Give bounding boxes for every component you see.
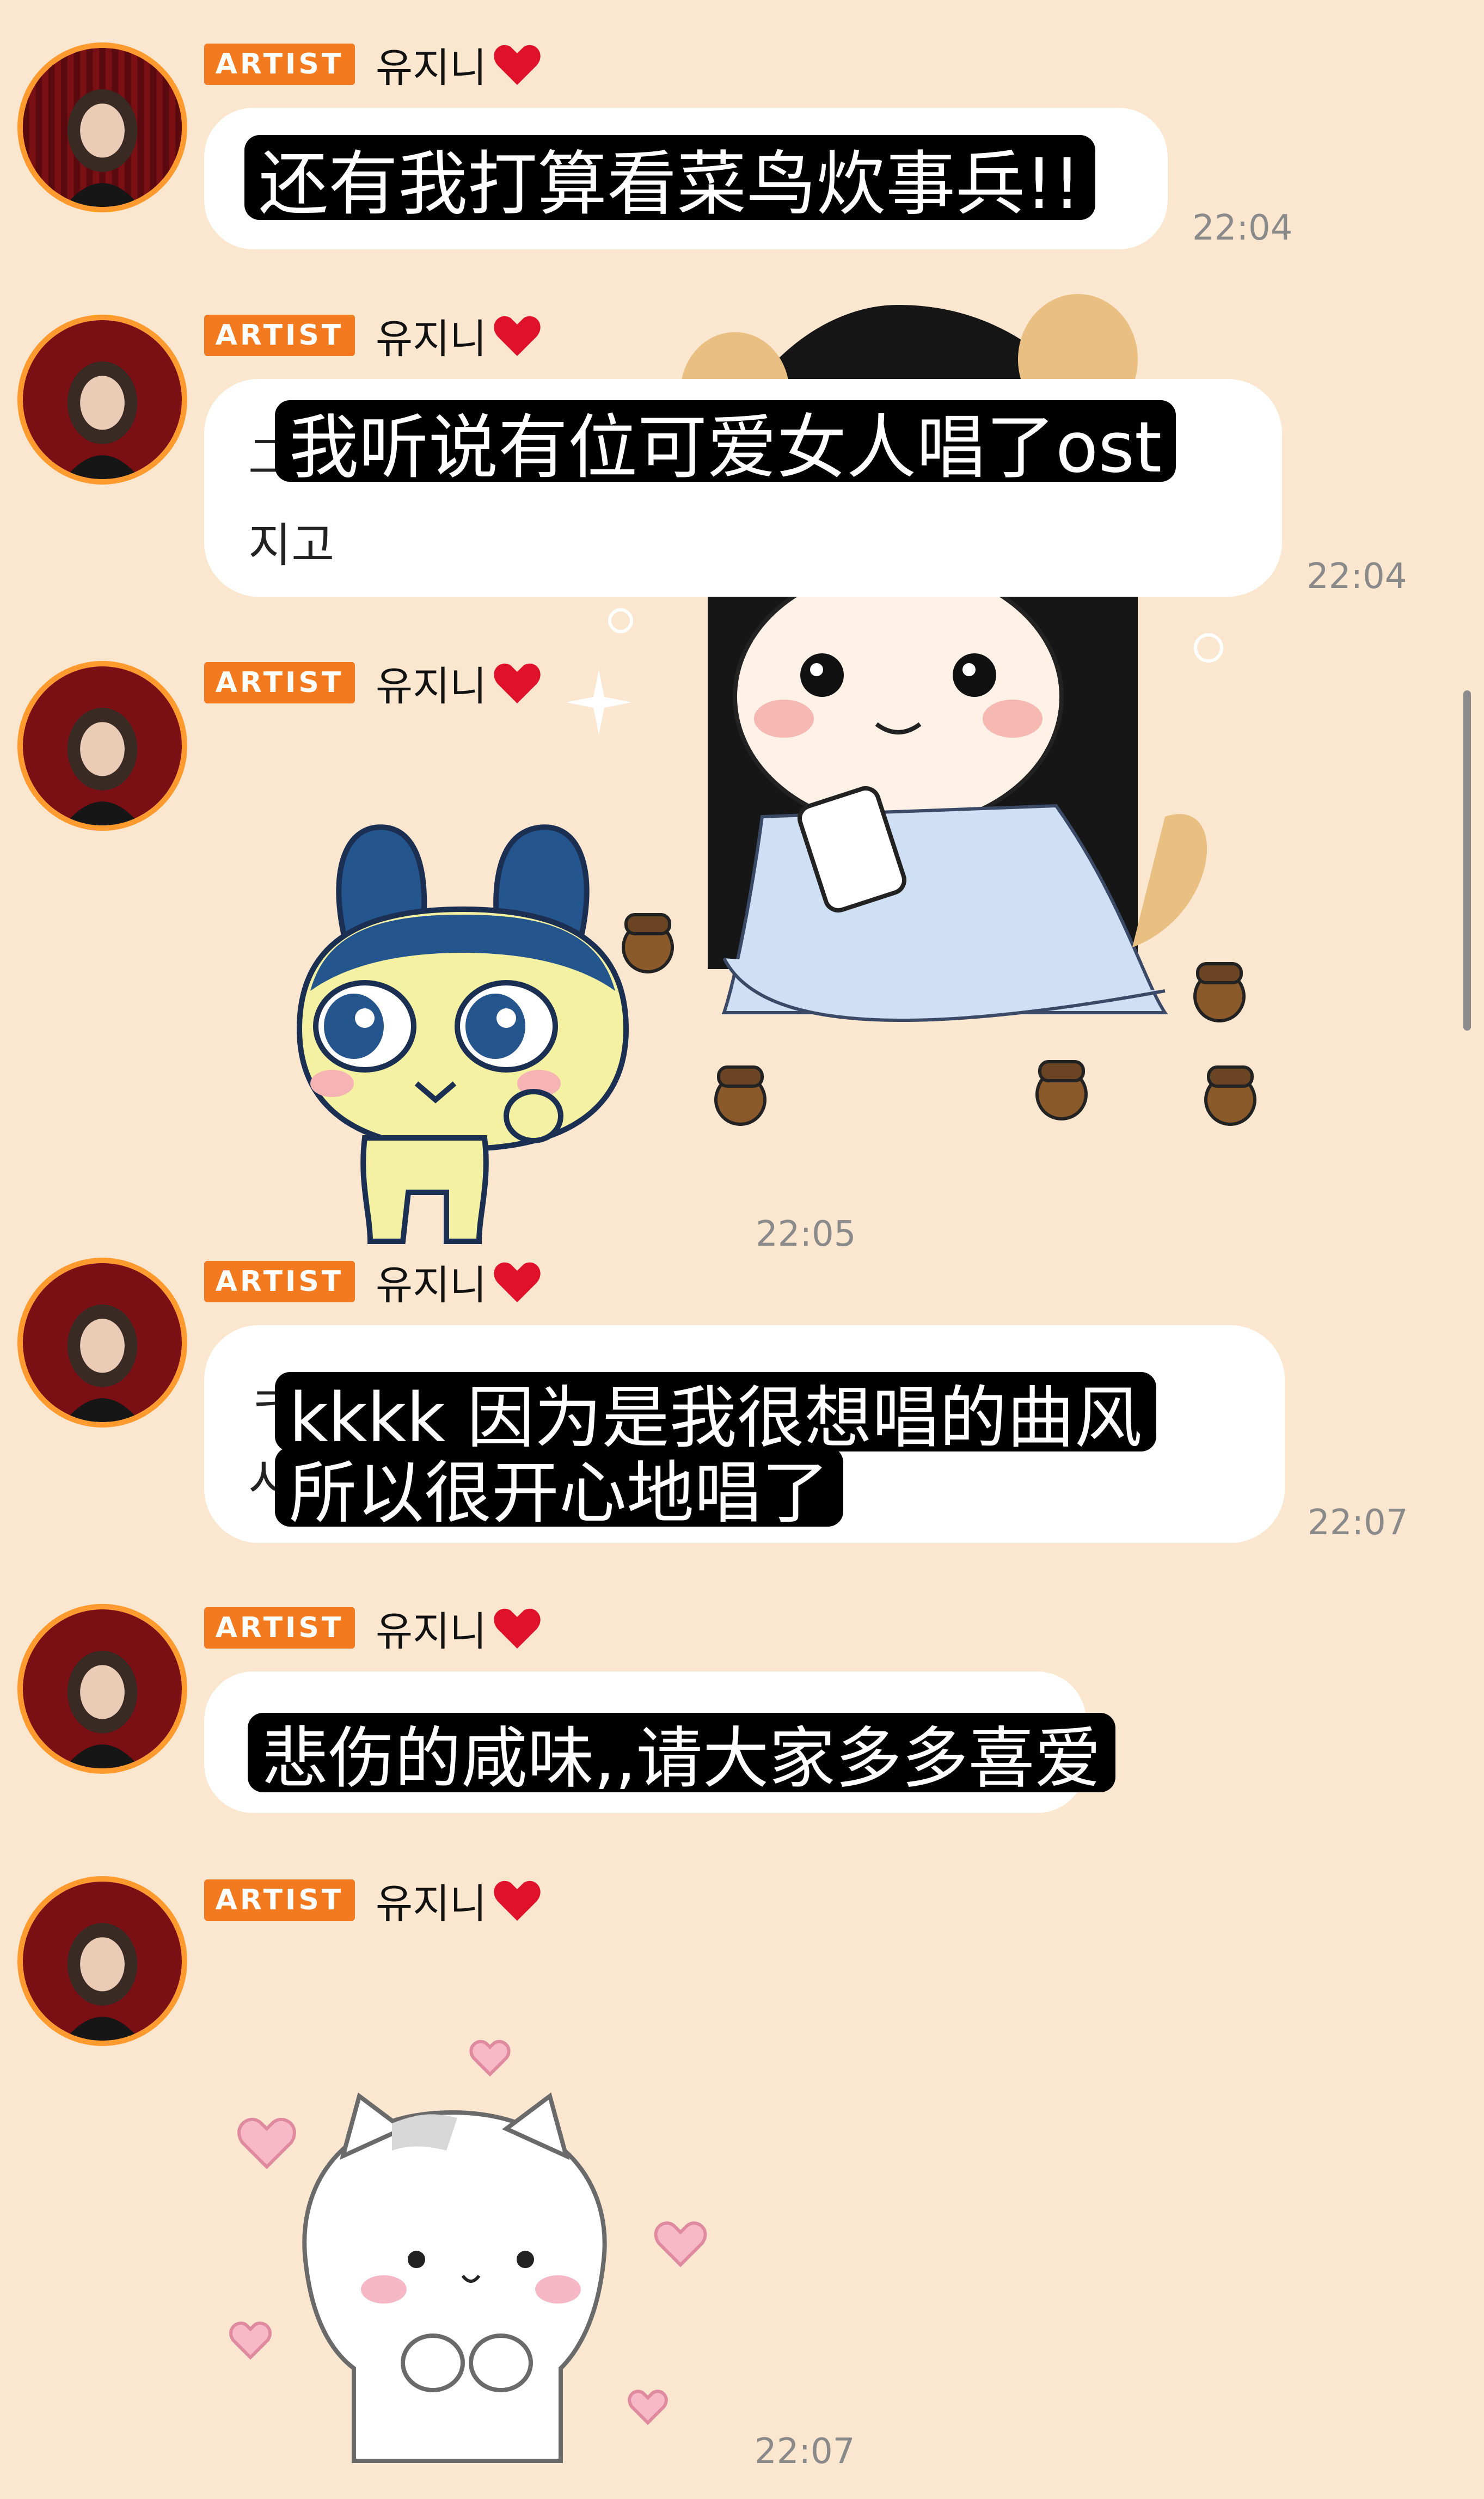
avatar-photo xyxy=(23,48,182,207)
avatar[interactable] xyxy=(17,1876,187,2046)
sender-name[interactable]: 유지니 xyxy=(376,308,544,363)
tamagotchi-sticker[interactable] xyxy=(283,811,642,1258)
avatar[interactable] xyxy=(17,42,187,212)
heart-icon xyxy=(494,45,541,85)
caption-line: 还有我打算看菜鸟炊事兵!! xyxy=(244,135,1095,225)
sender-name[interactable]: 유지니 xyxy=(376,1873,544,1927)
heart-icon xyxy=(494,1262,541,1302)
sender-name-label: 유지니 xyxy=(376,1608,487,1655)
artist-badge: ARTIST xyxy=(204,1261,355,1302)
heart-icon xyxy=(494,663,541,703)
artist-badge: ARTIST xyxy=(204,662,355,703)
scrollbar[interactable] xyxy=(1463,690,1471,1031)
heart-icon xyxy=(494,1881,541,1921)
avatar-photo xyxy=(23,1882,182,2041)
message-time: 22:04 xyxy=(1192,208,1293,248)
heart-icon xyxy=(494,1608,541,1649)
avatar[interactable] xyxy=(17,661,187,831)
artist-badge: ARTIST xyxy=(204,44,355,85)
message-time: 22:04 xyxy=(1307,556,1407,597)
sender-name[interactable]: 유지니 xyxy=(376,1254,544,1309)
sender-name-label: 유지니 xyxy=(376,44,487,91)
sender-name-label: 유지니 xyxy=(376,663,487,710)
avatar[interactable] xyxy=(17,1258,187,1428)
artist-badge: ARTIST xyxy=(204,315,355,356)
sender-name-label: 유지니 xyxy=(376,315,487,363)
avatar[interactable] xyxy=(17,315,187,485)
caption-line: 悲伤的咸味,,请大家多多喜爱 xyxy=(248,1713,1115,1797)
sender-name-label: 유지니 xyxy=(376,1261,487,1309)
artist-badge: ARTIST xyxy=(204,1607,355,1649)
sender-name-label: 유지니 xyxy=(376,1880,487,1927)
avatar-photo xyxy=(23,1609,182,1768)
caption-line: 我听说有位可爱女人唱了ost xyxy=(275,400,1176,488)
sender-name[interactable]: 유지니 xyxy=(376,37,544,91)
message-time: 22:07 xyxy=(755,2431,855,2472)
avatar-photo xyxy=(23,1263,182,1422)
sender-name[interactable]: 유지니 xyxy=(376,1601,544,1655)
message-time: 22:07 xyxy=(1308,1503,1408,1543)
avatar[interactable] xyxy=(17,1604,187,1774)
heart-icon xyxy=(494,316,541,356)
caption-line: 所以很开心地唱了 xyxy=(275,1447,844,1533)
artist-badge: ARTIST xyxy=(204,1879,355,1921)
avatar-photo xyxy=(23,320,182,479)
message-time: 22:05 xyxy=(756,1214,856,1254)
sender-name[interactable]: 유지니 xyxy=(376,656,544,710)
white-cat-sticker[interactable] xyxy=(218,2014,740,2483)
avatar-photo xyxy=(23,666,182,825)
